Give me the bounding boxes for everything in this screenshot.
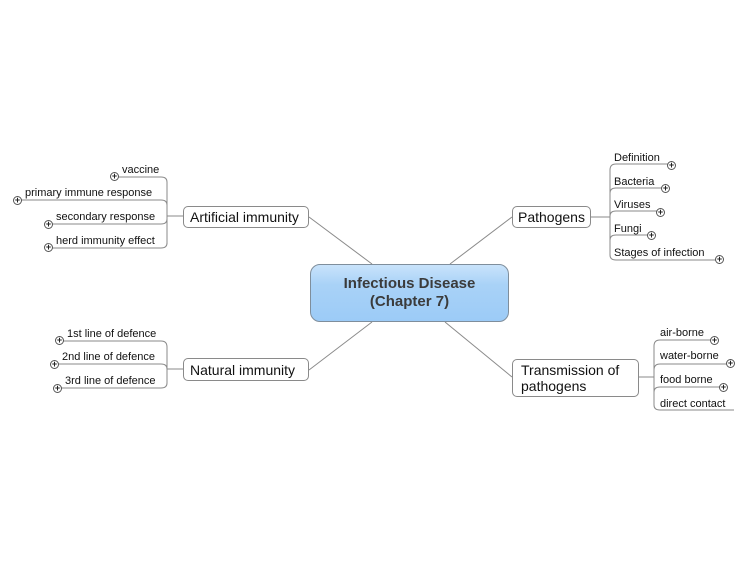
connector-central-pathogens	[449, 216, 513, 265]
expand-icon[interactable]: +	[44, 243, 53, 252]
subtopic-food-borne[interactable]: food borne	[660, 374, 713, 386]
topic-natural-immunity[interactable]: Natural immunity	[183, 358, 309, 381]
topic-pathogens[interactable]: Pathogens	[512, 206, 591, 228]
connector-central-natural	[308, 321, 373, 371]
subtopic-fungi[interactable]: Fungi	[614, 223, 642, 235]
topic-artificial-immunity[interactable]: Artificial immunity	[183, 206, 309, 228]
subtopic-3rd-line-of-defence[interactable]: 3rd line of defence	[65, 375, 156, 387]
expand-icon[interactable]: +	[661, 184, 670, 193]
expand-icon[interactable]: +	[13, 196, 22, 205]
subtopic-2nd-line-of-defence[interactable]: 2nd line of defence	[62, 351, 155, 363]
topic-transmission-label-line1: Transmission of	[521, 362, 620, 378]
expand-icon[interactable]: +	[719, 383, 728, 392]
expand-icon[interactable]: +	[50, 360, 59, 369]
expand-icon[interactable]: +	[55, 336, 64, 345]
expand-icon[interactable]: +	[726, 359, 735, 368]
topic-transmission-of-pathogens[interactable]: Transmission of pathogens	[512, 359, 639, 397]
subtopic-air-borne[interactable]: air-borne	[660, 327, 704, 339]
subtopic-primary-immune-response[interactable]: primary immune response	[25, 187, 152, 199]
subtopic-stages-of-infection[interactable]: Stages of infection	[614, 247, 705, 259]
subtopic-definition[interactable]: Definition	[614, 152, 660, 164]
subtopic-vaccine[interactable]: vaccine	[122, 164, 159, 176]
central-topic-line2: (Chapter 7)	[369, 293, 450, 310]
subtopic-water-borne[interactable]: water-borne	[660, 350, 719, 362]
subtopic-herd-immunity-effect[interactable]: herd immunity effect	[56, 235, 155, 247]
connector-central-artificial	[308, 216, 373, 265]
central-topic-line1: Infectious Disease	[343, 275, 476, 292]
topic-pathogens-label: Pathogens	[518, 209, 585, 225]
mind-map-canvas: Infectious Disease (Chapter 7) Artificia…	[0, 0, 750, 563]
expand-icon[interactable]: +	[656, 208, 665, 217]
expand-icon[interactable]: +	[647, 231, 656, 240]
expand-icon[interactable]: +	[53, 384, 62, 393]
connector-central-transmission	[444, 321, 513, 378]
subtopic-bacteria[interactable]: Bacteria	[614, 176, 654, 188]
topic-transmission-label-line2: pathogens	[521, 378, 587, 394]
expand-icon[interactable]: +	[667, 161, 676, 170]
expand-icon[interactable]: +	[715, 255, 724, 264]
topic-artificial-immunity-label: Artificial immunity	[190, 209, 299, 225]
expand-icon[interactable]: +	[710, 336, 719, 345]
topic-natural-immunity-label: Natural immunity	[190, 361, 296, 378]
subtopic-viruses[interactable]: Viruses	[614, 199, 650, 211]
central-topic[interactable]: Infectious Disease (Chapter 7)	[310, 264, 509, 322]
subtopic-1st-line-of-defence[interactable]: 1st line of defence	[67, 328, 156, 340]
expand-icon[interactable]: +	[44, 220, 53, 229]
subtopic-direct-contact[interactable]: direct contact	[660, 398, 725, 410]
expand-icon[interactable]: +	[110, 172, 119, 181]
subtopic-secondary-response[interactable]: secondary response	[56, 211, 155, 223]
